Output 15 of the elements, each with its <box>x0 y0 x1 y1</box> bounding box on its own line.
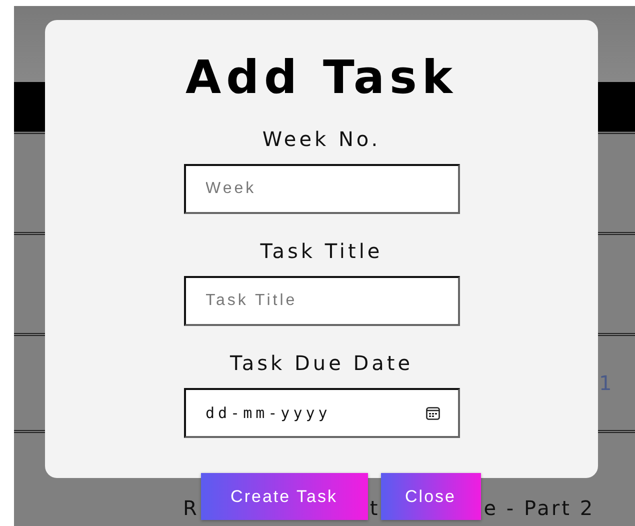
date-field[interactable]: dd-mm-yyyy <box>184 388 460 438</box>
calendar-icon[interactable] <box>426 406 440 420</box>
close-button[interactable]: Close <box>380 473 480 520</box>
table-cell-text: t <box>370 496 380 520</box>
dialog-title: Add Task <box>186 54 458 100</box>
table-cell-text: R <box>183 496 199 520</box>
text-input[interactable]: Week <box>206 180 440 198</box>
create-task-button[interactable]: Create Task <box>200 473 368 520</box>
table-cell-text: e - Part 2 <box>484 496 595 520</box>
text-input[interactable]: Task Title <box>206 292 440 310</box>
input-field[interactable]: Week <box>184 164 460 214</box>
field-label: Task Title <box>260 239 383 263</box>
field-label: Week No. <box>262 127 381 151</box>
field-label: Task Due Date <box>230 351 414 375</box>
input-field[interactable]: Task Title <box>184 276 460 326</box>
